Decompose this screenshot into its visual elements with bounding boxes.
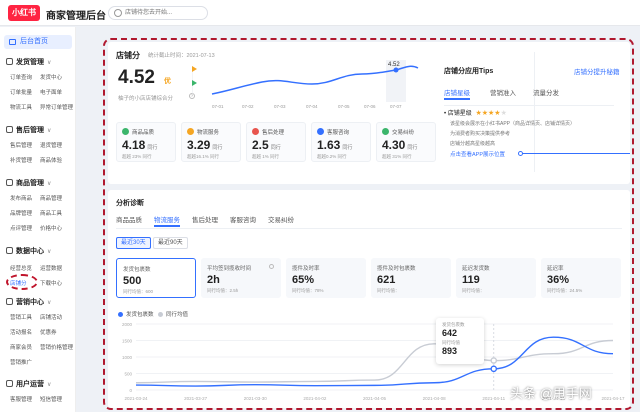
sidebar-group-users[interactable]: 用户运营 ∨ [6, 379, 51, 389]
sidebar-group-data[interactable]: 数据中心 ∨ [6, 246, 51, 256]
sidebar-item[interactable]: 异常订单管理 [40, 103, 73, 111]
sidebar-item[interactable]: 营销推广 [10, 358, 32, 366]
sidebar-home-label: 后台首页 [20, 38, 48, 45]
search-box[interactable] [108, 6, 208, 20]
sidebar-item[interactable]: 活动报名 [10, 328, 32, 336]
sidebar-item[interactable]: 订单批量 [10, 88, 32, 96]
chevron-down-icon: ∨ [47, 60, 52, 66]
sidebar-item[interactable]: 店铺活动 [40, 313, 62, 321]
sidebar-item[interactable]: 商品体验 [40, 156, 62, 164]
sidebar-item[interactable]: 营销工具 [10, 313, 32, 321]
truck-icon [6, 58, 13, 65]
top-bar: 小红书 商家管理后台 [0, 0, 640, 26]
chevron-down-icon: ∨ [47, 181, 52, 187]
sidebar-item[interactable]: 品牌管理 [10, 209, 32, 217]
user-icon [6, 380, 13, 387]
search-input[interactable] [125, 8, 205, 18]
sidebar-item[interactable]: 优惠券 [40, 328, 57, 336]
sidebar-item-home[interactable]: 后台首页 [4, 35, 72, 49]
sidebar-item[interactable]: 商家会员 [10, 343, 32, 351]
product-icon [6, 179, 13, 186]
sidebar-item[interactable]: 运营数据 [40, 264, 62, 272]
sidebar-item[interactable]: 电子面单 [40, 88, 62, 96]
sidebar-item[interactable]: 点评管理 [10, 224, 32, 232]
app-title: 商家管理后台 [46, 11, 106, 22]
chevron-down-icon: ∨ [47, 382, 52, 388]
sidebar-item[interactable]: 订单查询 [10, 73, 32, 81]
sidebar-item[interactable]: 经营总览 [10, 264, 32, 272]
sidebar-item[interactable]: 价格中心 [40, 224, 62, 232]
sidebar-item[interactable]: 退货管理 [40, 141, 62, 149]
highlight-frame [103, 38, 634, 410]
sidebar-item[interactable]: 发布商品 [10, 194, 32, 202]
sidebar-item[interactable]: 售后管理 [10, 141, 32, 149]
chevron-down-icon: ∨ [47, 128, 52, 134]
sidebar-item[interactable]: 营销价格管理 [40, 343, 73, 351]
sidebar-item[interactable]: 下载中心 [40, 279, 62, 287]
marketing-icon [6, 298, 13, 305]
sidebar: 后台首页 发货管理 ∨ 订单查询 发货中心 订单批量 电子面单 物流工具 异常订单… [0, 27, 76, 412]
sidebar-item[interactable]: 短信管理 [40, 395, 62, 403]
sidebar-group-shipping[interactable]: 发货管理 ∨ [6, 57, 51, 67]
sidebar-group-products[interactable]: 商品管理 ∨ [6, 178, 51, 188]
search-icon [114, 9, 122, 17]
chevron-down-icon: ∨ [47, 300, 52, 306]
sidebar-group-marketing[interactable]: 营销中心 ∨ [6, 297, 51, 307]
sidebar-item[interactable]: 客服管理 [10, 395, 32, 403]
highlight-circle [6, 274, 38, 290]
sidebar-group-aftersale[interactable]: 售后管理 ∨ [6, 125, 51, 135]
sidebar-item[interactable]: 物流工具 [10, 103, 32, 111]
chart-icon [6, 247, 13, 254]
sidebar-item[interactable]: 商品管理 [40, 194, 62, 202]
chevron-down-icon: ∨ [47, 249, 52, 255]
sidebar-item[interactable]: 发货中心 [40, 73, 62, 81]
app-logo[interactable]: 小红书 [8, 5, 40, 21]
sidebar-item[interactable]: 补货管理 [10, 156, 32, 164]
aftersale-icon [6, 126, 13, 133]
watermark: 头条 @甩手网 [510, 386, 592, 401]
sidebar-item[interactable]: 商品工具 [40, 209, 62, 217]
home-icon [9, 39, 16, 45]
